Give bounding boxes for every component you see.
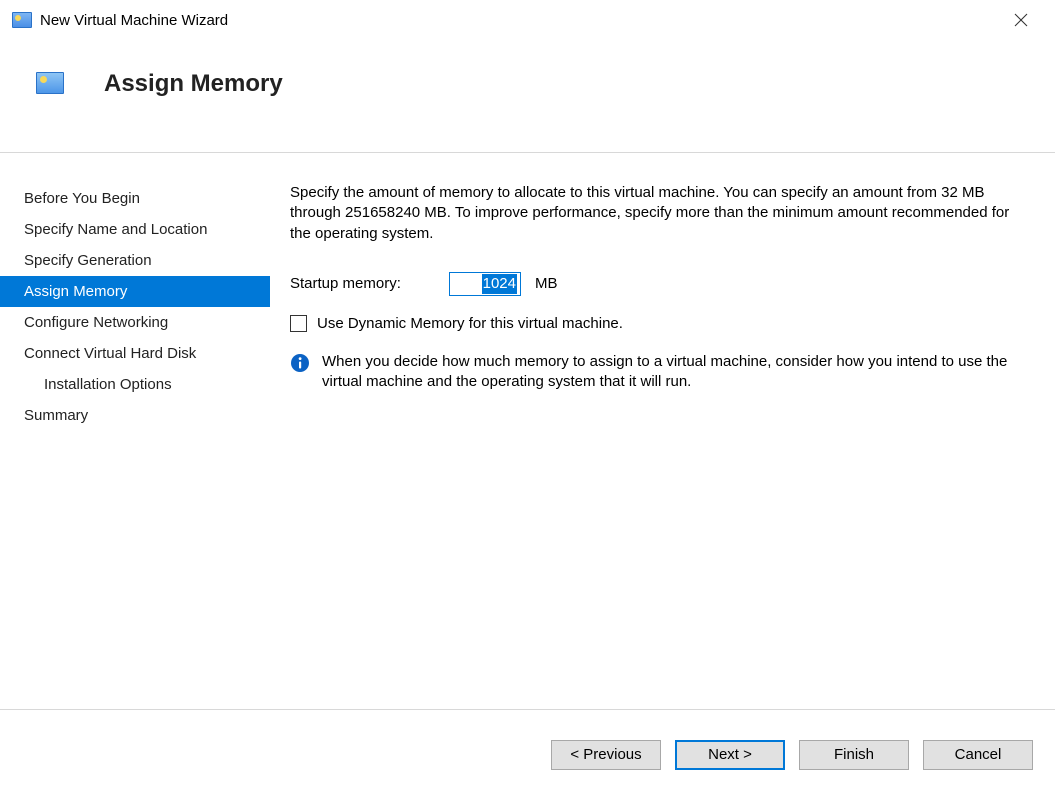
app-icon — [12, 12, 32, 28]
wizard-step[interactable]: Assign Memory — [0, 276, 270, 307]
cancel-button[interactable]: Cancel — [923, 740, 1033, 770]
wizard-icon — [36, 72, 64, 94]
main-content: Specify the amount of memory to allocate… — [270, 153, 1055, 709]
startup-memory-input[interactable]: 1024 — [449, 272, 521, 296]
titlebar: New Virtual Machine Wizard — [0, 0, 1055, 40]
wizard-step[interactable]: Configure Networking — [0, 307, 270, 338]
wizard-steps-sidebar: Before You BeginSpecify Name and Locatio… — [0, 153, 270, 709]
startup-memory-unit: MB — [535, 274, 558, 294]
wizard-step[interactable]: Specify Generation — [0, 245, 270, 276]
info-row: When you decide how much memory to assig… — [290, 352, 1019, 393]
wizard-footer: < Previous Next > Finish Cancel — [0, 710, 1055, 799]
info-icon — [290, 353, 310, 373]
dynamic-memory-label: Use Dynamic Memory for this virtual mach… — [317, 314, 623, 334]
dynamic-memory-row: Use Dynamic Memory for this virtual mach… — [290, 314, 1019, 334]
wizard-step[interactable]: Connect Virtual Hard Disk — [0, 338, 270, 369]
next-button[interactable]: Next > — [675, 740, 785, 770]
dynamic-memory-checkbox[interactable] — [290, 315, 307, 332]
startup-memory-label: Startup memory: — [290, 274, 435, 294]
header-band: Assign Memory — [0, 40, 1055, 153]
wizard-body: Before You BeginSpecify Name and Locatio… — [0, 153, 1055, 710]
finish-button[interactable]: Finish — [799, 740, 909, 770]
wizard-step[interactable]: Summary — [0, 400, 270, 431]
wizard-step[interactable]: Installation Options — [0, 369, 270, 400]
page-title: Assign Memory — [104, 70, 283, 98]
previous-button[interactable]: < Previous — [551, 740, 661, 770]
info-text: When you decide how much memory to assig… — [322, 352, 1019, 393]
close-button[interactable] — [999, 5, 1043, 35]
wizard-step[interactable]: Before You Begin — [0, 183, 270, 214]
startup-memory-row: Startup memory: 1024 MB — [290, 272, 1019, 296]
close-icon — [1014, 13, 1028, 27]
intro-text: Specify the amount of memory to allocate… — [290, 183, 1019, 244]
wizard-step[interactable]: Specify Name and Location — [0, 214, 270, 245]
window-title: New Virtual Machine Wizard — [40, 12, 999, 29]
